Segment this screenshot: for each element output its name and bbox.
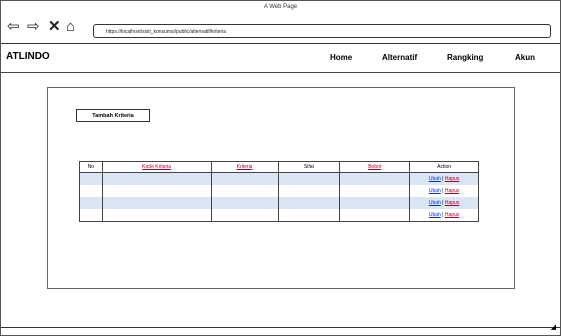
cell-sifat <box>277 209 341 222</box>
cell-kriteria <box>210 172 279 185</box>
content-panel: Tambah Kriteria No Kode Kriteria Kriteri… <box>47 87 515 289</box>
edit-link[interactable]: Ubah <box>429 188 441 194</box>
cell-bobot <box>339 209 411 222</box>
table-row: Ubah | Hapus <box>79 185 479 197</box>
col-sifat: Sifat <box>277 161 341 173</box>
forward-arrow-icon[interactable]: ⇨ <box>27 19 40 35</box>
col-action: Action <box>409 161 479 173</box>
cell-bobot <box>339 197 411 209</box>
col-kode-kriteria[interactable]: Kode Kriteria <box>101 161 212 173</box>
cell-sifat <box>277 172 341 185</box>
delete-link[interactable]: Hapus <box>445 188 459 194</box>
kriteria-table: No Kode Kriteria Kriteria Sifat Bobot Ac… <box>79 161 479 222</box>
cell-sifat <box>277 185 341 197</box>
cell-bobot <box>339 172 411 185</box>
table-row: Ubah | Hapus <box>79 197 479 209</box>
browser-toolbar: ⇦ ⇨ ✕ ⌂ https://localhost/sisti_konsumsi… <box>1 13 560 44</box>
nav-akun[interactable]: Akun <box>515 53 535 62</box>
cell-no <box>79 197 103 209</box>
cell-no <box>79 209 103 222</box>
cell-kode <box>101 172 212 185</box>
home-icon[interactable]: ⌂ <box>66 19 75 35</box>
edit-link[interactable]: Ubah <box>429 176 441 182</box>
cell-kode <box>101 197 212 209</box>
cell-no <box>79 185 103 197</box>
close-icon[interactable]: ✕ <box>48 19 61 35</box>
cell-action: Ubah | Hapus <box>409 209 479 222</box>
cell-kode <box>101 209 212 222</box>
cell-bobot <box>339 185 411 197</box>
cell-kode <box>101 185 212 197</box>
cell-kriteria <box>210 197 279 209</box>
top-navbar: ATLINDO Home Alternatif Rangking Akun <box>1 44 560 73</box>
nav-rangking[interactable]: Rangking <box>447 53 483 62</box>
cell-action: Ubah | Hapus <box>409 172 479 185</box>
edit-link[interactable]: Ubah <box>429 200 441 206</box>
brand-logo[interactable]: ATLINDO <box>6 51 50 62</box>
cell-action: Ubah | Hapus <box>409 185 479 197</box>
col-no: No <box>79 161 103 173</box>
delete-link[interactable]: Hapus <box>445 176 459 182</box>
status-bar <box>1 327 560 336</box>
table-row: Ubah | Hapus <box>79 209 479 222</box>
edit-link[interactable]: Ubah <box>429 212 441 218</box>
cell-sifat <box>277 197 341 209</box>
delete-link[interactable]: Hapus <box>445 200 459 206</box>
col-bobot[interactable]: Bobot <box>339 161 411 173</box>
delete-link[interactable]: Hapus <box>445 212 459 218</box>
browser-window: A Web Page ⇦ ⇨ ✕ ⌂ https://localhost/sis… <box>0 0 561 336</box>
window-title: A Web Page <box>263 4 298 10</box>
address-bar[interactable]: https://localhost/sisti_konsumsi/public/… <box>93 24 551 38</box>
back-arrow-icon[interactable]: ⇦ <box>7 19 20 35</box>
col-kriteria[interactable]: Kriteria <box>210 161 279 173</box>
nav-home[interactable]: Home <box>330 53 352 62</box>
cell-no <box>79 172 103 185</box>
table-row: Ubah | Hapus <box>79 172 479 185</box>
table-header-row: No Kode Kriteria Kriteria Sifat Bobot Ac… <box>79 161 479 173</box>
add-kriteria-button[interactable]: Tambah Kriteria <box>76 109 150 122</box>
cell-kriteria <box>210 185 279 197</box>
resize-grip-icon[interactable]: ◢ <box>551 323 556 331</box>
cell-kriteria <box>210 209 279 222</box>
nav-alternatif[interactable]: Alternatif <box>382 53 417 62</box>
cell-action: Ubah | Hapus <box>409 197 479 209</box>
